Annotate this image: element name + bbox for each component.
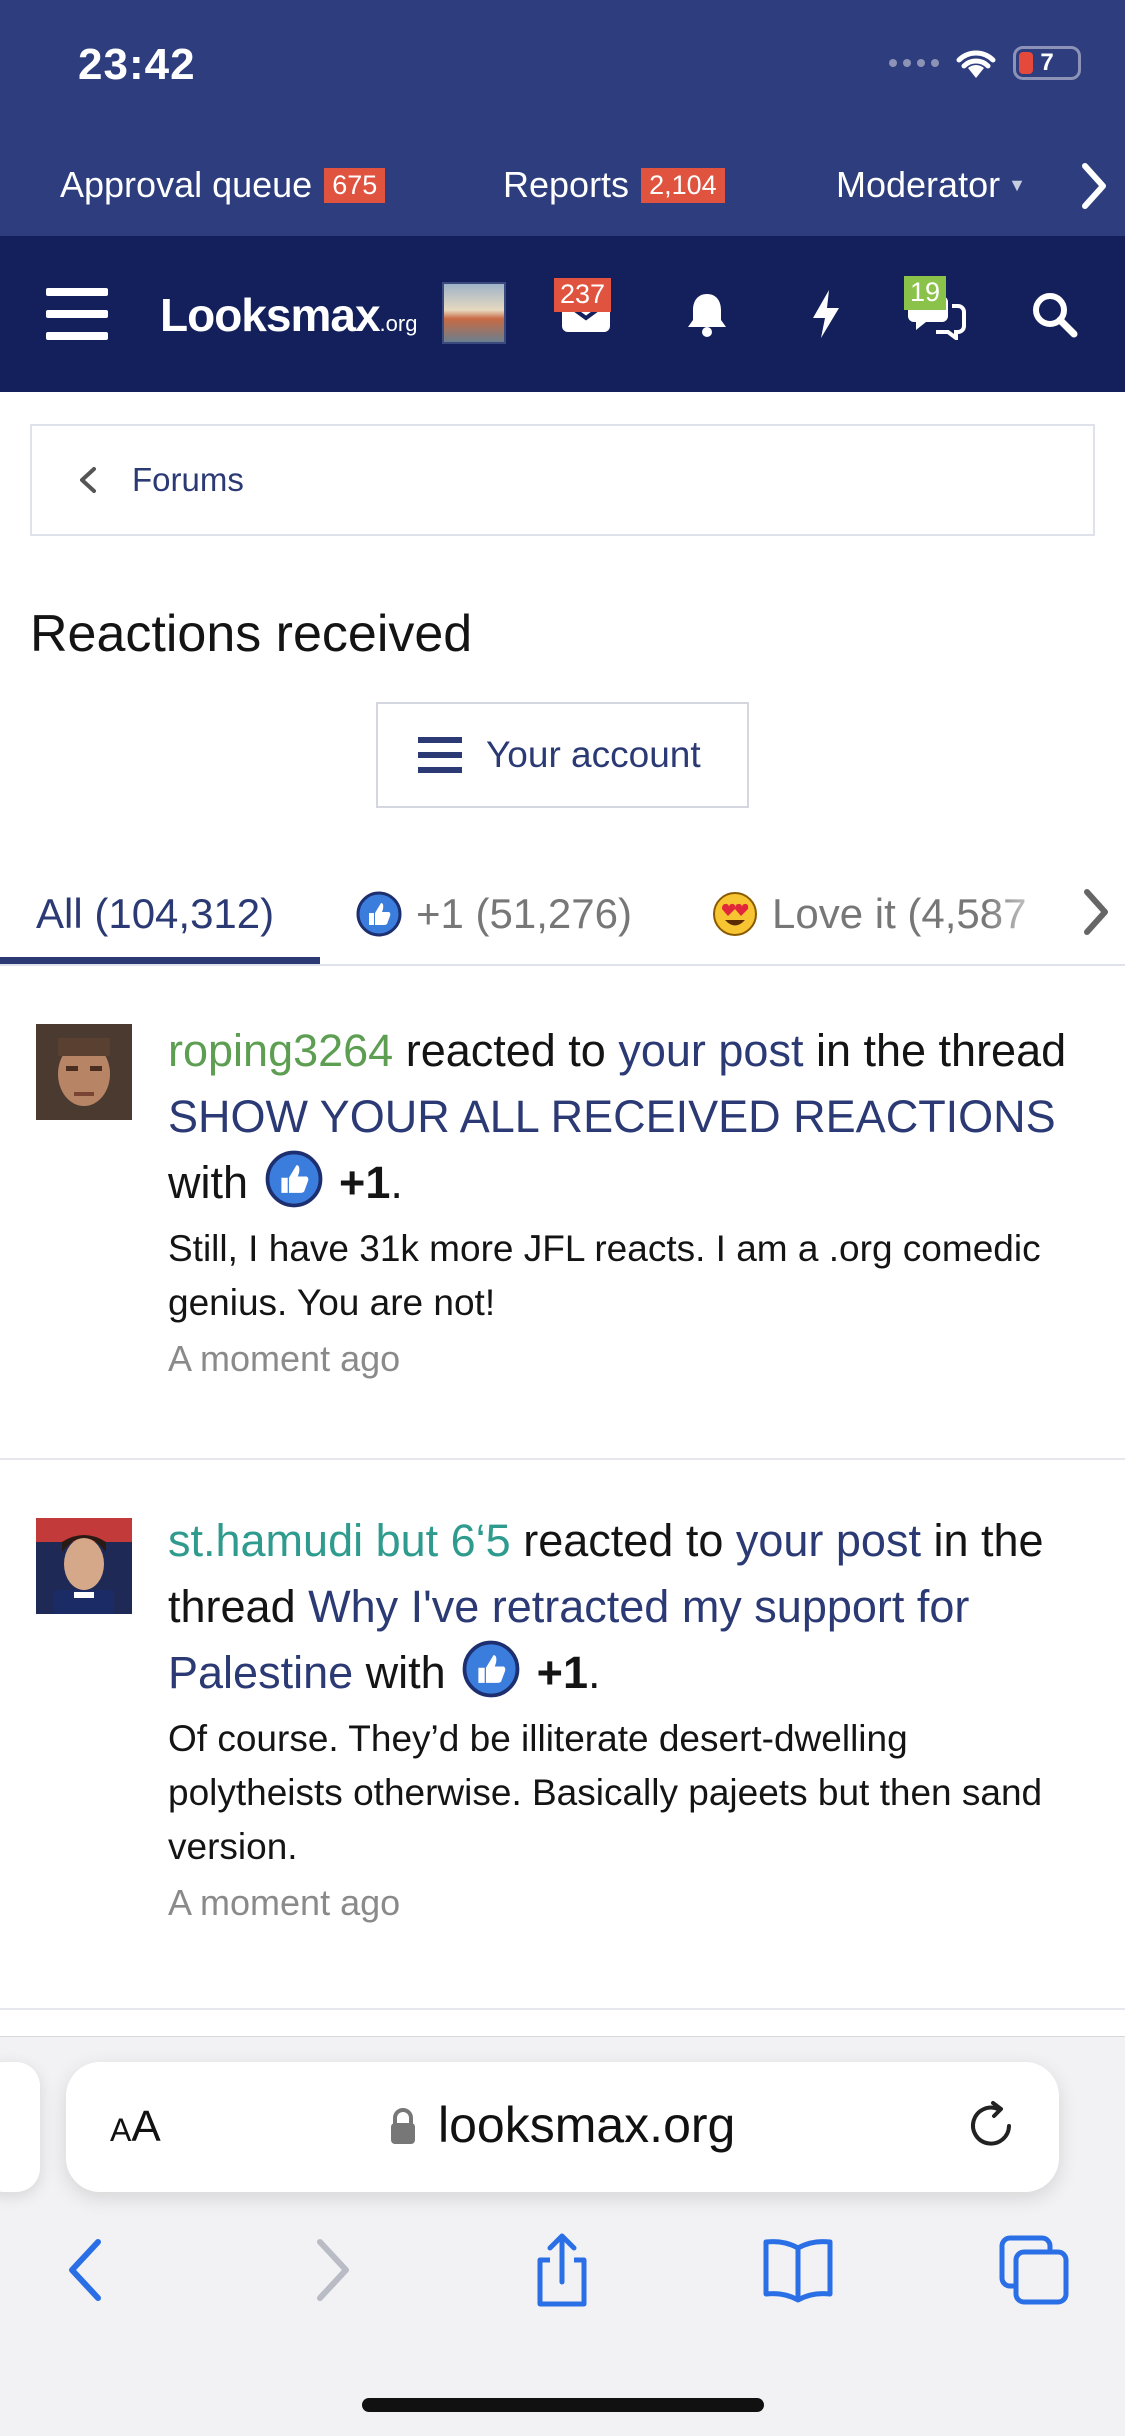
search-icon[interactable] <box>1018 278 1090 350</box>
reaction-text: reacted to <box>393 1025 619 1076</box>
reports-label: Reports <box>503 164 630 205</box>
dropdown-caret-icon: ▼ <box>1008 174 1026 195</box>
timestamp: A moment ago <box>168 1882 401 1923</box>
page-title: Reactions received <box>30 605 473 663</box>
bookmarks-icon[interactable] <box>758 2230 838 2310</box>
moderator-label: Moderator <box>836 164 1001 205</box>
breadcrumb[interactable]: Forums <box>30 424 1095 536</box>
url-text: looksmax.org <box>438 2097 736 2153</box>
post-link[interactable]: your post <box>736 1515 921 1566</box>
reaction-text: with <box>353 1647 459 1698</box>
username-link[interactable]: roping3264 <box>168 1025 393 1076</box>
timestamp: A moment ago <box>168 1338 401 1379</box>
site-navbar: Looksmax.org 237 19 <box>0 236 1125 392</box>
back-icon[interactable] <box>48 2230 128 2310</box>
forward-icon[interactable] <box>290 2230 370 2310</box>
reports-badge: 2,104 <box>641 167 725 203</box>
home-indicator <box>362 2398 764 2412</box>
address-bar[interactable]: AA looksmax.org <box>66 2062 1059 2192</box>
approval-queue-badge: 675 <box>324 167 386 203</box>
battery-icon: 7 <box>1013 46 1081 80</box>
breadcrumb-label: Forums <box>132 461 244 498</box>
thumbs-up-icon <box>356 891 402 937</box>
reaction-name: +1 <box>536 1647 588 1698</box>
aa-small: A <box>110 2112 132 2148</box>
tabs-icon[interactable] <box>994 2230 1074 2310</box>
your-account-label: Your account <box>486 734 701 775</box>
reports-link[interactable]: Reports 2,104 <box>503 150 725 220</box>
aa-large: A <box>131 2102 161 2151</box>
tab-all[interactable]: All (104,312) <box>36 862 274 966</box>
avatar[interactable] <box>36 1518 132 1614</box>
logo-text: Looksmax <box>160 289 381 341</box>
reload-icon[interactable] <box>965 2100 1017 2152</box>
menu-icon[interactable] <box>46 288 108 340</box>
heart-eyes-icon <box>713 892 757 936</box>
bell-icon[interactable] <box>671 278 743 350</box>
approval-queue-label: Approval queue <box>60 164 313 205</box>
cellular-signal-icon <box>889 59 939 67</box>
site-logo[interactable]: Looksmax.org <box>160 288 417 342</box>
active-tab-indicator <box>0 957 320 964</box>
post-snippet[interactable]: Of course. They’d be illiterate desert-d… <box>168 1712 1068 1874</box>
thumbs-up-icon <box>265 1150 322 1208</box>
reaction-tabs: All (104,312) +1 (51,276) Love it (4,587 <box>0 862 1125 966</box>
tab-plus-one-label: +1 (51,276) <box>416 890 632 937</box>
alerts-badge: 19 <box>904 276 947 310</box>
avatar[interactable] <box>442 282 506 344</box>
approval-queue-link[interactable]: Approval queue 675 <box>60 150 386 220</box>
tab-all-label: All (104,312) <box>36 890 275 937</box>
thumbs-up-icon <box>462 1640 520 1698</box>
status-time: 23:42 <box>78 40 196 89</box>
inbox-badge: 237 <box>554 278 612 312</box>
lightning-icon[interactable] <box>790 278 862 350</box>
reaction-name: +1 <box>339 1157 391 1208</box>
tabs-scroll-right-icon[interactable] <box>1075 884 1115 940</box>
moderator-bar: Approval queue 675 Reports 2,104 Moderat… <box>0 150 1125 220</box>
moderator-menu[interactable]: Moderator ▼ <box>836 150 1026 220</box>
previous-tab-preview[interactable] <box>0 2062 40 2192</box>
reaction-text: in the thread <box>803 1025 1067 1076</box>
tab-love-it[interactable]: Love it (4,587 <box>712 862 1027 966</box>
battery-level: 7 <box>1040 49 1054 76</box>
reaction-text: with <box>168 1157 261 1208</box>
your-account-button[interactable]: Your account <box>376 702 749 808</box>
menu-icon <box>418 737 462 773</box>
status-indicators: 7 <box>889 46 1081 80</box>
post-snippet[interactable]: Still, I have 31k more JFL reacts. I am … <box>168 1222 1068 1330</box>
list-item: st.hamudi but 6‘5 reacted to your post i… <box>0 1460 1125 2010</box>
chevron-left-icon <box>80 467 96 493</box>
share-icon[interactable] <box>522 2230 602 2310</box>
username-link[interactable]: st.hamudi but 6‘5 <box>168 1515 511 1566</box>
tab-plus-one[interactable]: +1 (51,276) <box>356 862 632 966</box>
list-item: roping3264 reacted to your post in the t… <box>0 968 1125 1460</box>
avatar[interactable] <box>36 1024 132 1120</box>
reaction-text: reacted to <box>510 1515 736 1566</box>
wifi-icon <box>956 50 996 78</box>
thread-link[interactable]: SHOW YOUR ALL RECEIVED REACTIONS <box>168 1091 1056 1142</box>
post-link[interactable]: your post <box>618 1025 803 1076</box>
reader-settings-button[interactable]: AA <box>110 2102 161 2152</box>
logo-suffix: .org <box>379 311 418 336</box>
scroll-right-chevron-icon[interactable] <box>1073 158 1113 214</box>
lock-icon <box>391 2108 415 2144</box>
